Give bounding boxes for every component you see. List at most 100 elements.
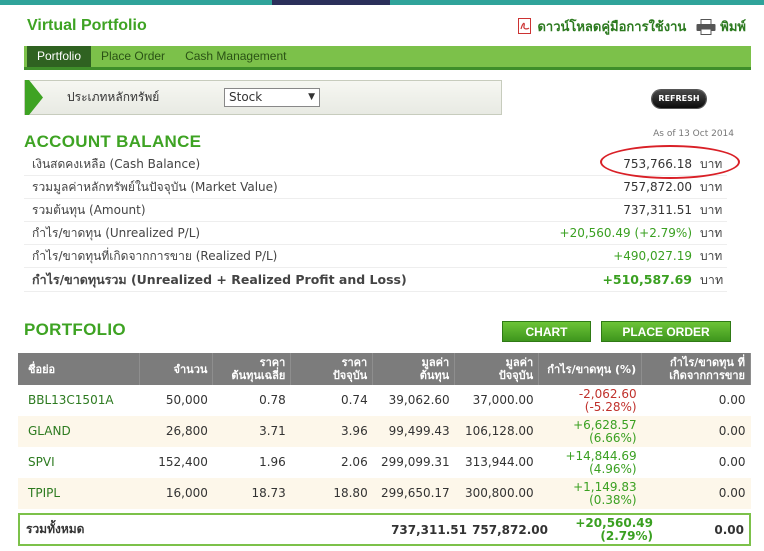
balance-unit: บาท — [700, 248, 723, 263]
total-pl: +20,560.49 (2.79%) — [575, 515, 653, 543]
column-header[interactable]: มูลค่า ปัจจุบัน — [454, 353, 540, 385]
table-header-row: ชื่อย่อ จำนวน ราคา ต้นทุนเฉลี่ย ราคา ปัจจุ… — [18, 353, 751, 385]
column-header[interactable]: ราคา ปัจจุบัน — [290, 353, 374, 385]
balance-row-unrealized: กำไร/ขาดทุน (Unrealized P/L) +20,560.49 … — [24, 222, 727, 245]
cost-value-cell: 299,099.31 — [380, 455, 450, 469]
balance-row-realized: กำไร/ขาดทุนที่เกิดจากการขาย (Realized P/… — [24, 245, 727, 268]
price-cell: 18.80 — [290, 478, 373, 509]
column-header[interactable]: จำนวน — [139, 353, 214, 385]
arrow-icon — [25, 80, 45, 115]
table-row[interactable]: SPVI 152,400 1.96 2.06 299,099.31 313,94… — [18, 447, 751, 478]
column-header[interactable]: ราคา ต้นทุนเฉลี่ย — [212, 353, 292, 385]
app-title: Virtual Portfolio — [27, 17, 147, 34]
print-label: พิมพ์ — [720, 20, 746, 35]
column-header[interactable]: กำไร/ขาดทุน ที่ เกิดจากการขาย — [641, 353, 751, 385]
balance-unit: บาท — [700, 271, 724, 287]
as-of-date: As of 13 Oct 2014 — [653, 129, 734, 139]
download-manual-label: ดาวน์โหลดคู่มือการใช้งาน — [537, 20, 687, 35]
balance-label: เงินสดคงเหลือ (Cash Balance) — [32, 156, 201, 171]
refresh-button[interactable]: REFRESH — [652, 90, 706, 108]
pl-cell: +6,628.57 (6.66%) — [538, 416, 642, 447]
price-cell: 2.06 — [340, 455, 368, 469]
balance-value: 737,311.51 — [623, 203, 692, 217]
balance-label: กำไร/ขาดทุนรวม (Unrealized + Realized Pr… — [32, 271, 407, 287]
balance-row-total-pl: กำไร/ขาดทุนรวม (Unrealized + Realized Pr… — [24, 268, 727, 292]
column-header[interactable]: ชื่อย่อ — [18, 353, 141, 385]
pdf-icon — [518, 18, 533, 35]
main-tabs: Portfolio Place Order Cash Management — [24, 46, 751, 70]
security-type-select[interactable]: Stock ▼ — [224, 88, 320, 107]
balance-row-amount: รวมต้นทุน (Amount) 737,311.51 บาท — [24, 199, 727, 222]
tab-place-order[interactable]: Place Order — [91, 46, 175, 67]
portfolio-total-row: รวมทั้งหมด 737,311.51 757,872.00 +20,560… — [18, 513, 751, 546]
realized-cell: 0.00 — [718, 393, 746, 407]
balance-unit: บาท — [700, 225, 723, 240]
table-row[interactable]: TPIPL 16,000 18.73 18.80 299,650.17 300,… — [18, 478, 751, 509]
pl-cell: -2,062.60 (-5.28%) — [578, 386, 637, 414]
balance-value: +510,587.69 — [602, 272, 692, 287]
market-value-cell: 106,128.00 — [454, 416, 539, 447]
balance-label: กำไร/ขาดทุนที่เกิดจากการขาย (Realized P/… — [32, 248, 278, 263]
qty-cell: 152,400 — [158, 455, 208, 469]
cost-value-cell: 299,650.17 — [372, 478, 455, 509]
total-realized: 0.00 — [714, 522, 744, 537]
qty-cell: 26,800 — [139, 416, 213, 447]
total-market-value: 757,872.00 — [472, 522, 548, 537]
top-stripe-accent — [272, 0, 390, 5]
balance-value: 757,872.00 — [623, 180, 692, 194]
market-value-cell: 37,000.00 — [472, 393, 534, 407]
cost-value-cell: 99,499.43 — [372, 416, 455, 447]
market-value-cell: 300,800.00 — [454, 478, 539, 509]
balance-value: +490,027.19 — [613, 249, 692, 263]
balance-label: รวมมูลค่าหลักทรัพย์ในปัจจุบัน (Market Va… — [32, 179, 278, 194]
portfolio-title: PORTFOLIO — [24, 320, 126, 339]
top-stripe — [0, 0, 764, 5]
portfolio-table: ชื่อย่อ จำนวน ราคา ต้นทุนเฉลี่ย ราคา ปัจจุ… — [18, 353, 751, 509]
download-manual-link[interactable]: ดาวน์โหลดคู่มือการใช้งาน — [518, 16, 686, 37]
symbol-link[interactable]: SPVI — [18, 447, 140, 478]
balance-label: รวมต้นทุน (Amount) — [32, 202, 146, 217]
price-cell: 3.96 — [290, 416, 373, 447]
highlight-oval — [600, 145, 740, 179]
realized-cell: 0.00 — [641, 416, 751, 447]
header-links: ดาวน์โหลดคู่มือการใช้งาน พิมพ์ — [518, 16, 746, 37]
cost-value-cell: 39,062.60 — [388, 393, 450, 407]
symbol-link[interactable]: GLAND — [18, 416, 140, 447]
total-cost-value: 737,311.51 — [391, 522, 467, 537]
realized-cell: 0.00 — [718, 455, 746, 469]
symbol-link[interactable]: TPIPL — [18, 478, 140, 509]
account-balance-title: ACCOUNT BALANCE — [24, 132, 202, 151]
symbol-link[interactable]: BBL13C1501A — [18, 385, 140, 416]
avg-cost-cell: 3.71 — [212, 416, 291, 447]
avg-cost-cell: 1.96 — [259, 455, 286, 469]
pl-cell: +14,844.69 (4.96%) — [565, 448, 637, 476]
printer-icon — [696, 18, 716, 35]
balance-value: +20,560.49 (+2.79%) — [559, 226, 692, 240]
avg-cost-cell: 18.73 — [212, 478, 291, 509]
place-order-button[interactable]: PLACE ORDER — [601, 321, 731, 342]
price-cell: 0.74 — [340, 393, 368, 407]
qty-cell: 50,000 — [165, 393, 208, 407]
table-row[interactable]: BBL13C1501A 50,000 0.78 0.74 39,062.60 3… — [18, 385, 751, 416]
avg-cost-cell: 0.78 — [259, 393, 286, 407]
pl-cell: +1,149.83 (0.38%) — [538, 478, 642, 509]
balance-row-market-value: รวมมูลค่าหลักทรัพย์ในปัจจุบัน (Market Va… — [24, 176, 727, 199]
column-header[interactable]: มูลค่า ต้นทุน — [372, 353, 456, 385]
security-type-filter: ประเภทหลักทรัพย์ Stock ▼ — [24, 80, 502, 115]
balance-unit: บาท — [700, 179, 723, 194]
print-link[interactable]: พิมพ์ — [696, 16, 746, 37]
market-value-cell: 313,944.00 — [464, 455, 534, 469]
security-type-label: ประเภทหลักทรัพย์ — [67, 90, 160, 104]
balance-label: กำไร/ขาดทุน (Unrealized P/L) — [32, 225, 201, 240]
realized-cell: 0.00 — [641, 478, 751, 509]
tab-portfolio[interactable]: Portfolio — [27, 46, 92, 67]
balance-unit: บาท — [700, 202, 723, 217]
table-row[interactable]: GLAND 26,800 3.71 3.96 99,499.43 106,128… — [18, 416, 751, 447]
tab-cash-management[interactable]: Cash Management — [175, 46, 296, 67]
chevron-down-icon: ▼ — [308, 92, 315, 102]
column-header[interactable]: กำไร/ขาดทุน (%) — [538, 353, 643, 385]
total-label: รวมทั้งหมด — [26, 522, 85, 536]
security-type-value: Stock — [229, 90, 263, 104]
chart-button[interactable]: CHART — [502, 321, 591, 342]
qty-cell: 16,000 — [139, 478, 213, 509]
